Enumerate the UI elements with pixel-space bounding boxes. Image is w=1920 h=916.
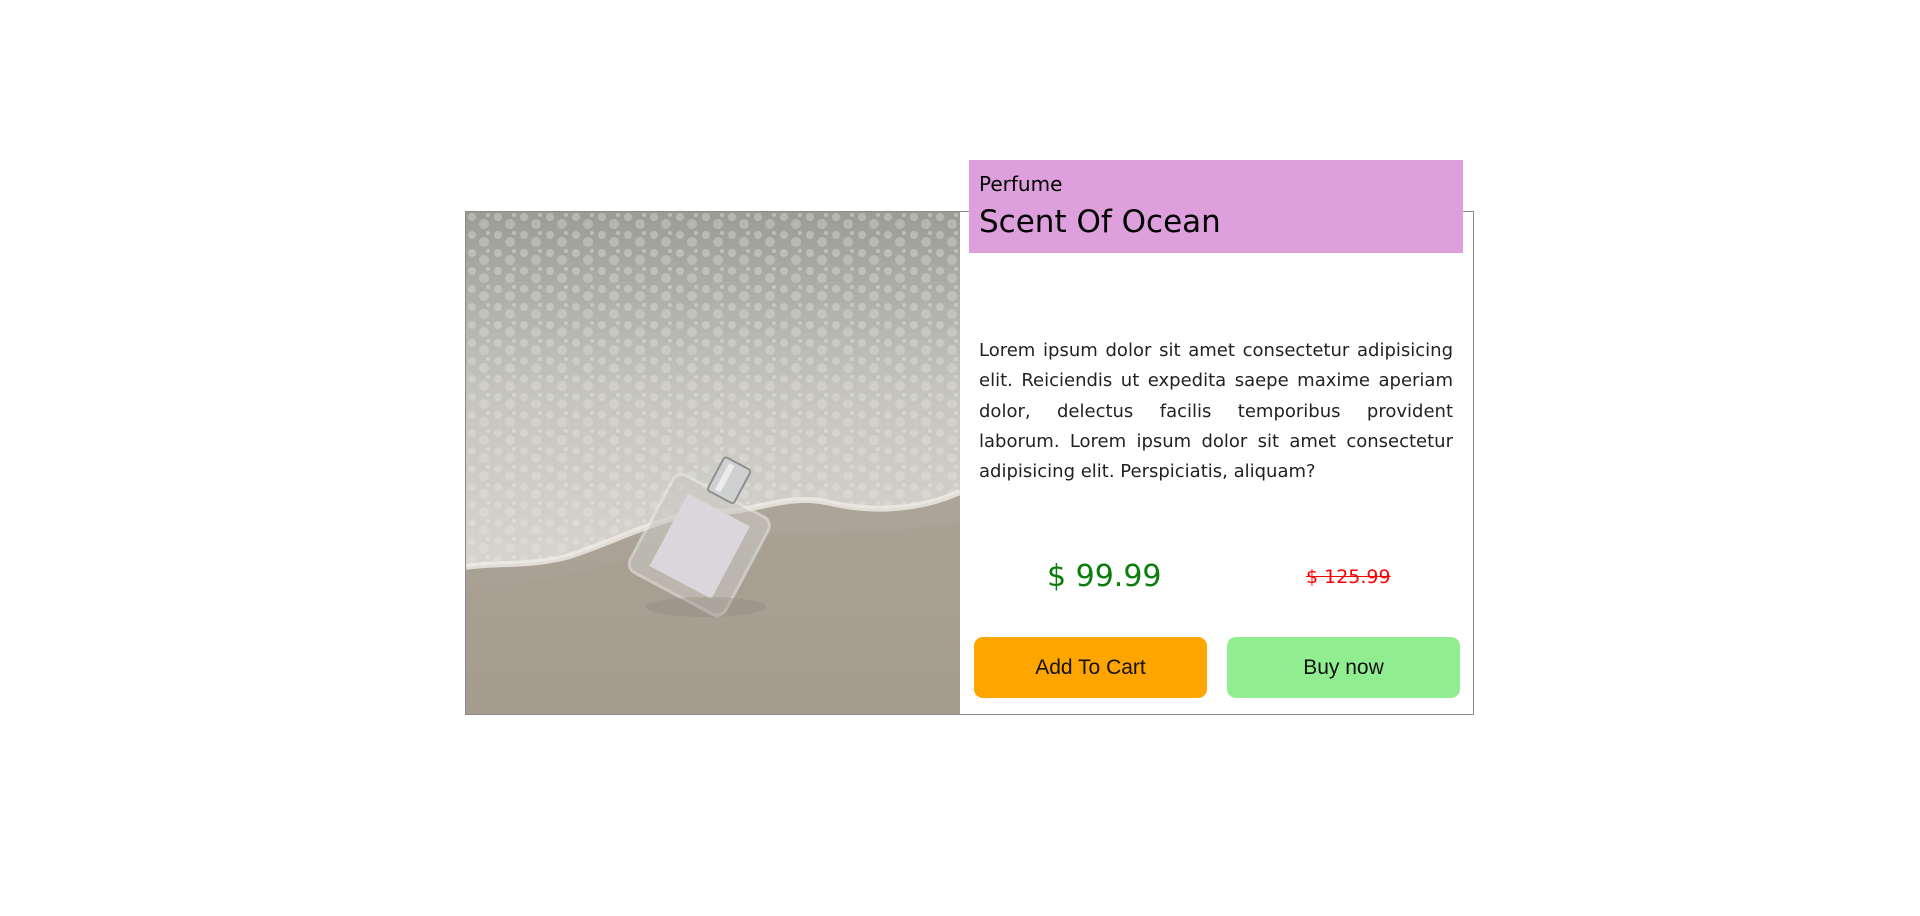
original-price: $ 125.99 — [1306, 566, 1391, 588]
add-to-cart-button[interactable]: Add To Cart — [974, 637, 1207, 698]
product-title: Scent Of Ocean — [979, 204, 1221, 240]
product-header: Perfume Scent Of Ocean — [969, 160, 1463, 253]
product-image — [466, 212, 960, 714]
buy-now-button[interactable]: Buy now — [1227, 637, 1460, 698]
product-description: Lorem ipsum dolor sit amet consectetur a… — [979, 340, 1453, 483]
perfume-bottle-on-beach-image — [466, 212, 960, 714]
product-category: Perfume — [979, 172, 1063, 196]
current-price: $ 99.99 — [1047, 559, 1162, 594]
